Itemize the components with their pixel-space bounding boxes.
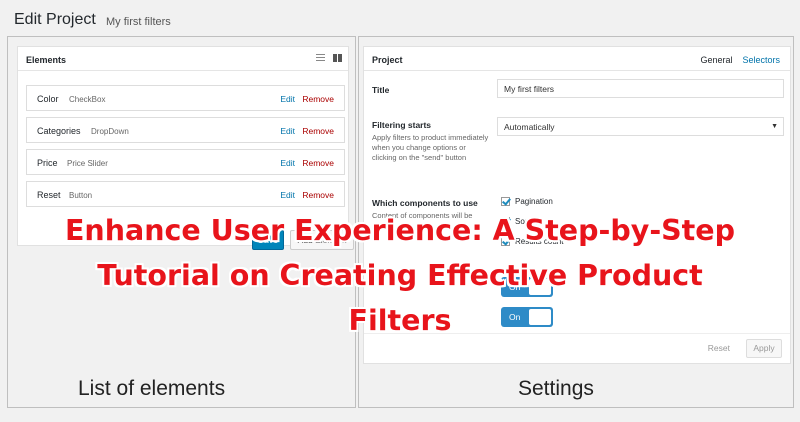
overlay-headline: Enhance User Experience: A Step-by-Step … (20, 208, 780, 343)
element-row-reset: Reset Button Edit Remove (26, 181, 345, 207)
grid-view-icon[interactable] (333, 54, 342, 62)
view-toggle (316, 54, 342, 62)
title-field-label: Title (372, 85, 390, 95)
remove-link[interactable]: Remove (302, 190, 334, 200)
remove-link[interactable]: Remove (302, 126, 334, 136)
reset-button[interactable]: Reset (708, 343, 730, 353)
page-title: Edit Project (14, 11, 96, 28)
element-label: Reset (37, 190, 61, 200)
elements-caption: List of elements (78, 377, 226, 400)
element-row-categories: Categories DropDown Edit Remove (26, 117, 345, 143)
filtering-starts-select[interactable]: Automatically ▼ (497, 117, 784, 136)
settings-caption: Settings (518, 377, 594, 400)
element-row-price: Price Price Slider Edit Remove (26, 149, 345, 175)
element-label: Color (37, 94, 59, 104)
checkbox-checked-icon[interactable] (501, 197, 510, 206)
element-row-color: Color CheckBox Edit Remove (26, 85, 345, 111)
project-name: My first filters (106, 16, 171, 28)
components-label: Which components to use (372, 198, 478, 208)
remove-link[interactable]: Remove (302, 158, 334, 168)
edit-link[interactable]: Edit (280, 158, 295, 168)
headline-line: Filters (348, 304, 452, 337)
headline-line: Tutorial on Creating Effective Product (97, 259, 703, 292)
dropdown-arrow-icon: ▼ (771, 123, 778, 130)
checkbox-label: Pagination (515, 197, 553, 206)
list-view-icon[interactable] (316, 54, 325, 62)
top-bar: Edit Project My first filters (0, 0, 800, 36)
element-label: Price (37, 158, 58, 168)
headline-line: Enhance User Experience: A Step-by-Step (64, 214, 736, 247)
title-input[interactable]: My first filters (497, 79, 784, 98)
element-type: CheckBox (69, 95, 106, 104)
element-type: Button (69, 191, 93, 200)
filtering-starts-value: Automatically (504, 122, 555, 132)
settings-title: Project (372, 55, 403, 65)
settings-card-header: Project General Selectors (364, 47, 790, 71)
elements-card-header: Elements (18, 47, 348, 71)
settings-tabs: General Selectors (700, 55, 780, 65)
element-type: DropDown (91, 127, 129, 136)
filtering-starts-description: Apply filters to product immediately whe… (372, 133, 489, 162)
checkbox-pagination[interactable]: Pagination (501, 197, 553, 206)
element-label: Categories (37, 126, 81, 136)
edit-link[interactable]: Edit (280, 126, 295, 136)
tab-general[interactable]: General (700, 55, 732, 65)
tab-selectors[interactable]: Selectors (742, 55, 780, 65)
element-type: Price Slider (67, 159, 108, 168)
filtering-starts-label: Filtering starts (372, 120, 432, 130)
edit-link[interactable]: Edit (280, 94, 295, 104)
remove-link[interactable]: Remove (302, 94, 334, 104)
edit-link[interactable]: Edit (280, 190, 295, 200)
elements-title: Elements (26, 55, 67, 65)
